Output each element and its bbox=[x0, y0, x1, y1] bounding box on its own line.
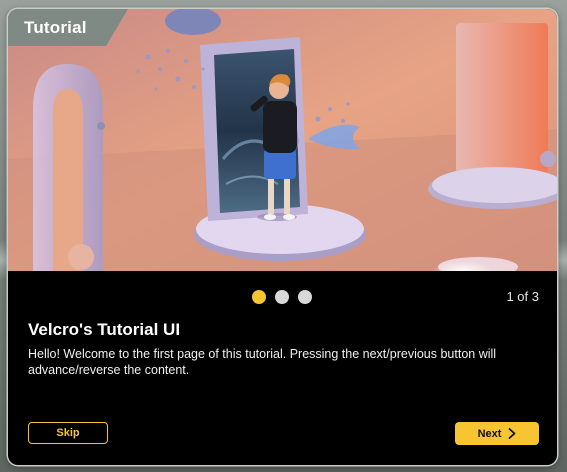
next-button[interactable]: Next bbox=[455, 422, 539, 445]
page-dot-2[interactable] bbox=[275, 290, 289, 304]
hero-illustration bbox=[8, 9, 557, 271]
page-dot-1[interactable] bbox=[252, 290, 266, 304]
title-tab: Tutorial bbox=[8, 9, 128, 46]
skip-button-label: Skip bbox=[56, 427, 80, 439]
page-indicator bbox=[252, 290, 312, 304]
page-count: 1 of 3 bbox=[506, 289, 539, 304]
window-title: Tutorial bbox=[24, 18, 87, 37]
skip-button[interactable]: Skip bbox=[28, 422, 108, 444]
next-button-label: Next bbox=[477, 427, 502, 440]
chevron-right-icon bbox=[509, 428, 516, 439]
content-body: Hello! Welcome to the first page of this… bbox=[28, 347, 497, 377]
content-title: Velcro's Tutorial UI bbox=[28, 320, 181, 339]
tutorial-dialog: Tutorial 1 of 3 Velcro's Tutorial UI Hel… bbox=[8, 9, 557, 465]
page-dot-3[interactable] bbox=[298, 290, 312, 304]
